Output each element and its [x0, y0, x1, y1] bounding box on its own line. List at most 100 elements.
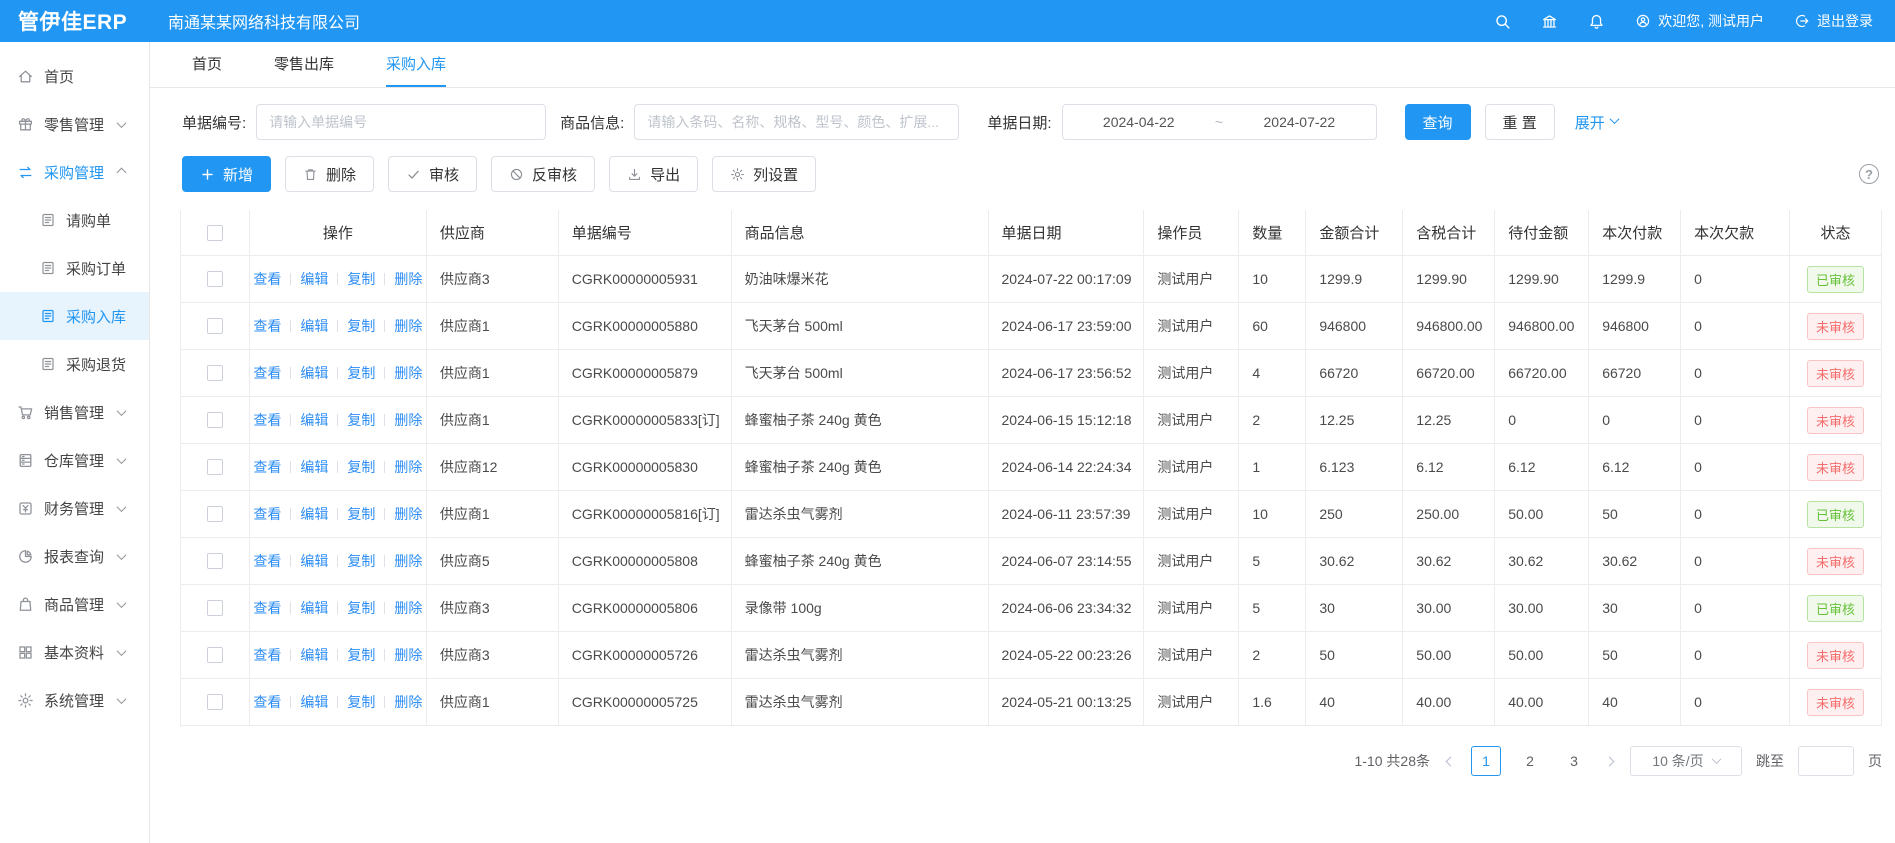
row-action-link[interactable]: 查看	[253, 457, 281, 477]
row-action-link[interactable]: 复制	[328, 316, 375, 336]
tab-retail-outbound[interactable]: 零售出库	[274, 42, 334, 87]
row-action-link[interactable]: 编辑	[281, 269, 328, 289]
date-end-value[interactable]: 2024-07-22	[1264, 114, 1336, 130]
row-action-link[interactable]: 复制	[328, 269, 375, 289]
warehouse-icon	[17, 452, 34, 469]
row-action-link[interactable]: 删除	[375, 269, 422, 289]
row-action-link[interactable]: 查看	[253, 363, 281, 383]
page-button-1[interactable]: 1	[1471, 746, 1501, 776]
row-action-link[interactable]: 查看	[253, 551, 281, 571]
row-action-link[interactable]: 复制	[328, 692, 375, 712]
row-action-link[interactable]: 删除	[375, 363, 422, 383]
row-action-link[interactable]: 复制	[328, 363, 375, 383]
unaudit-button[interactable]: 反审核	[491, 156, 595, 192]
bill-no-input[interactable]	[256, 104, 546, 140]
select-all-checkbox[interactable]	[207, 225, 223, 241]
row-action-link[interactable]: 编辑	[281, 457, 328, 477]
sidebar-item-goods-mgmt[interactable]: 商品管理	[0, 580, 149, 628]
expand-link[interactable]: 展开	[1575, 112, 1618, 133]
reset-button[interactable]: 重 置	[1485, 104, 1555, 140]
add-button[interactable]: 新增	[182, 156, 271, 192]
row-action-link[interactable]: 删除	[375, 598, 422, 618]
row-action-link[interactable]: 复制	[328, 551, 375, 571]
row-checkbox[interactable]	[207, 553, 223, 569]
row-action-link[interactable]: 复制	[328, 598, 375, 618]
row-action-link[interactable]: 查看	[253, 410, 281, 430]
row-checkbox[interactable]	[207, 506, 223, 522]
sidebar-item-purchase-inbound[interactable]: 采购入库	[0, 292, 149, 340]
row-checkbox[interactable]	[207, 694, 223, 710]
row-action-link[interactable]: 编辑	[281, 551, 328, 571]
help-icon[interactable]: ?	[1859, 164, 1879, 184]
welcome-user[interactable]: 欢迎您, 测试用户	[1635, 11, 1764, 31]
export-button[interactable]: 导出	[609, 156, 698, 192]
sidebar-item-basic-data[interactable]: 基本资料	[0, 628, 149, 676]
row-action-link[interactable]: 删除	[375, 504, 422, 524]
product-info-input[interactable]	[634, 104, 959, 140]
row-action-link[interactable]: 复制	[328, 504, 375, 524]
delete-button[interactable]: 删除	[285, 156, 374, 192]
row-checkbox[interactable]	[207, 600, 223, 616]
tab-home[interactable]: 首页	[192, 42, 222, 87]
bell-icon[interactable]	[1588, 13, 1605, 30]
sidebar-item-purchase-return[interactable]: 采购退货	[0, 340, 149, 388]
row-action-link[interactable]: 编辑	[281, 692, 328, 712]
sidebar-item-sales-mgmt[interactable]: 销售管理	[0, 388, 149, 436]
page-button-3[interactable]: 3	[1559, 746, 1589, 776]
row-action-link[interactable]: 复制	[328, 645, 375, 665]
sidebar-item-purchase-mgmt[interactable]: 采购管理	[0, 148, 149, 196]
row-action-link[interactable]: 编辑	[281, 598, 328, 618]
row-checkbox[interactable]	[207, 647, 223, 663]
row-action-link[interactable]: 查看	[253, 598, 281, 618]
cell-bill_no: CGRK00000005833[订]	[559, 397, 732, 444]
page-size-select[interactable]: 10 条/页	[1630, 746, 1742, 776]
row-checkbox[interactable]	[207, 318, 223, 334]
row-action-link[interactable]: 复制	[328, 457, 375, 477]
tab-purchase-inbound[interactable]: 采购入库	[386, 42, 446, 87]
row-action-link[interactable]: 删除	[375, 645, 422, 665]
row-action-link[interactable]: 编辑	[281, 316, 328, 336]
row-action-link[interactable]: 删除	[375, 551, 422, 571]
sidebar-item-system-mgmt[interactable]: 系统管理	[0, 676, 149, 724]
sidebar-item-warehouse-mgmt[interactable]: 仓库管理	[0, 436, 149, 484]
audit-button[interactable]: 审核	[388, 156, 477, 192]
sidebar-item-retail-mgmt[interactable]: 零售管理	[0, 100, 149, 148]
sidebar-item-home[interactable]: 首页	[0, 52, 149, 100]
row-action-link[interactable]: 编辑	[281, 645, 328, 665]
search-icon[interactable]	[1494, 13, 1511, 30]
prev-page-button[interactable]	[1444, 758, 1457, 765]
column-settings-button[interactable]: 列设置	[712, 156, 816, 192]
row-checkbox[interactable]	[207, 271, 223, 287]
row-action-link[interactable]: 删除	[375, 692, 422, 712]
cell-tax_amount: 30.00	[1403, 585, 1495, 632]
bank-icon[interactable]	[1541, 13, 1558, 30]
row-action-link[interactable]: 复制	[328, 410, 375, 430]
row-action-link[interactable]: 编辑	[281, 410, 328, 430]
row-action-link[interactable]: 编辑	[281, 363, 328, 383]
row-action-link[interactable]: 查看	[253, 504, 281, 524]
jump-to-label: 跳至	[1756, 751, 1784, 771]
row-action-link[interactable]: 删除	[375, 457, 422, 477]
row-checkbox[interactable]	[207, 365, 223, 381]
row-action-link[interactable]: 编辑	[281, 504, 328, 524]
sidebar-item-finance-mgmt[interactable]: 财务管理	[0, 484, 149, 532]
row-action-link[interactable]: 查看	[253, 692, 281, 712]
jump-to-page-input[interactable]	[1798, 746, 1854, 776]
sidebar-item-purchase-request[interactable]: 请购单	[0, 196, 149, 244]
date-start-value[interactable]: 2024-04-22	[1103, 114, 1175, 130]
row-action-link[interactable]: 查看	[253, 316, 281, 336]
page-button-2[interactable]: 2	[1515, 746, 1545, 776]
row-action-link[interactable]: 删除	[375, 316, 422, 336]
row-checkbox[interactable]	[207, 459, 223, 475]
logout-button[interactable]: 退出登录	[1794, 11, 1873, 31]
next-page-button[interactable]	[1603, 758, 1616, 765]
sidebar-item-report-query[interactable]: 报表查询	[0, 532, 149, 580]
date-range-picker[interactable]: 2024-04-22 ~ 2024-07-22	[1062, 104, 1377, 140]
row-action-link[interactable]: 查看	[253, 269, 281, 289]
row-action-link[interactable]: 查看	[253, 645, 281, 665]
search-button[interactable]: 查询	[1405, 104, 1471, 140]
row-checkbox[interactable]	[207, 412, 223, 428]
sidebar-item-purchase-order[interactable]: 采购订单	[0, 244, 149, 292]
gear-icon	[730, 167, 745, 182]
row-action-link[interactable]: 删除	[375, 410, 422, 430]
